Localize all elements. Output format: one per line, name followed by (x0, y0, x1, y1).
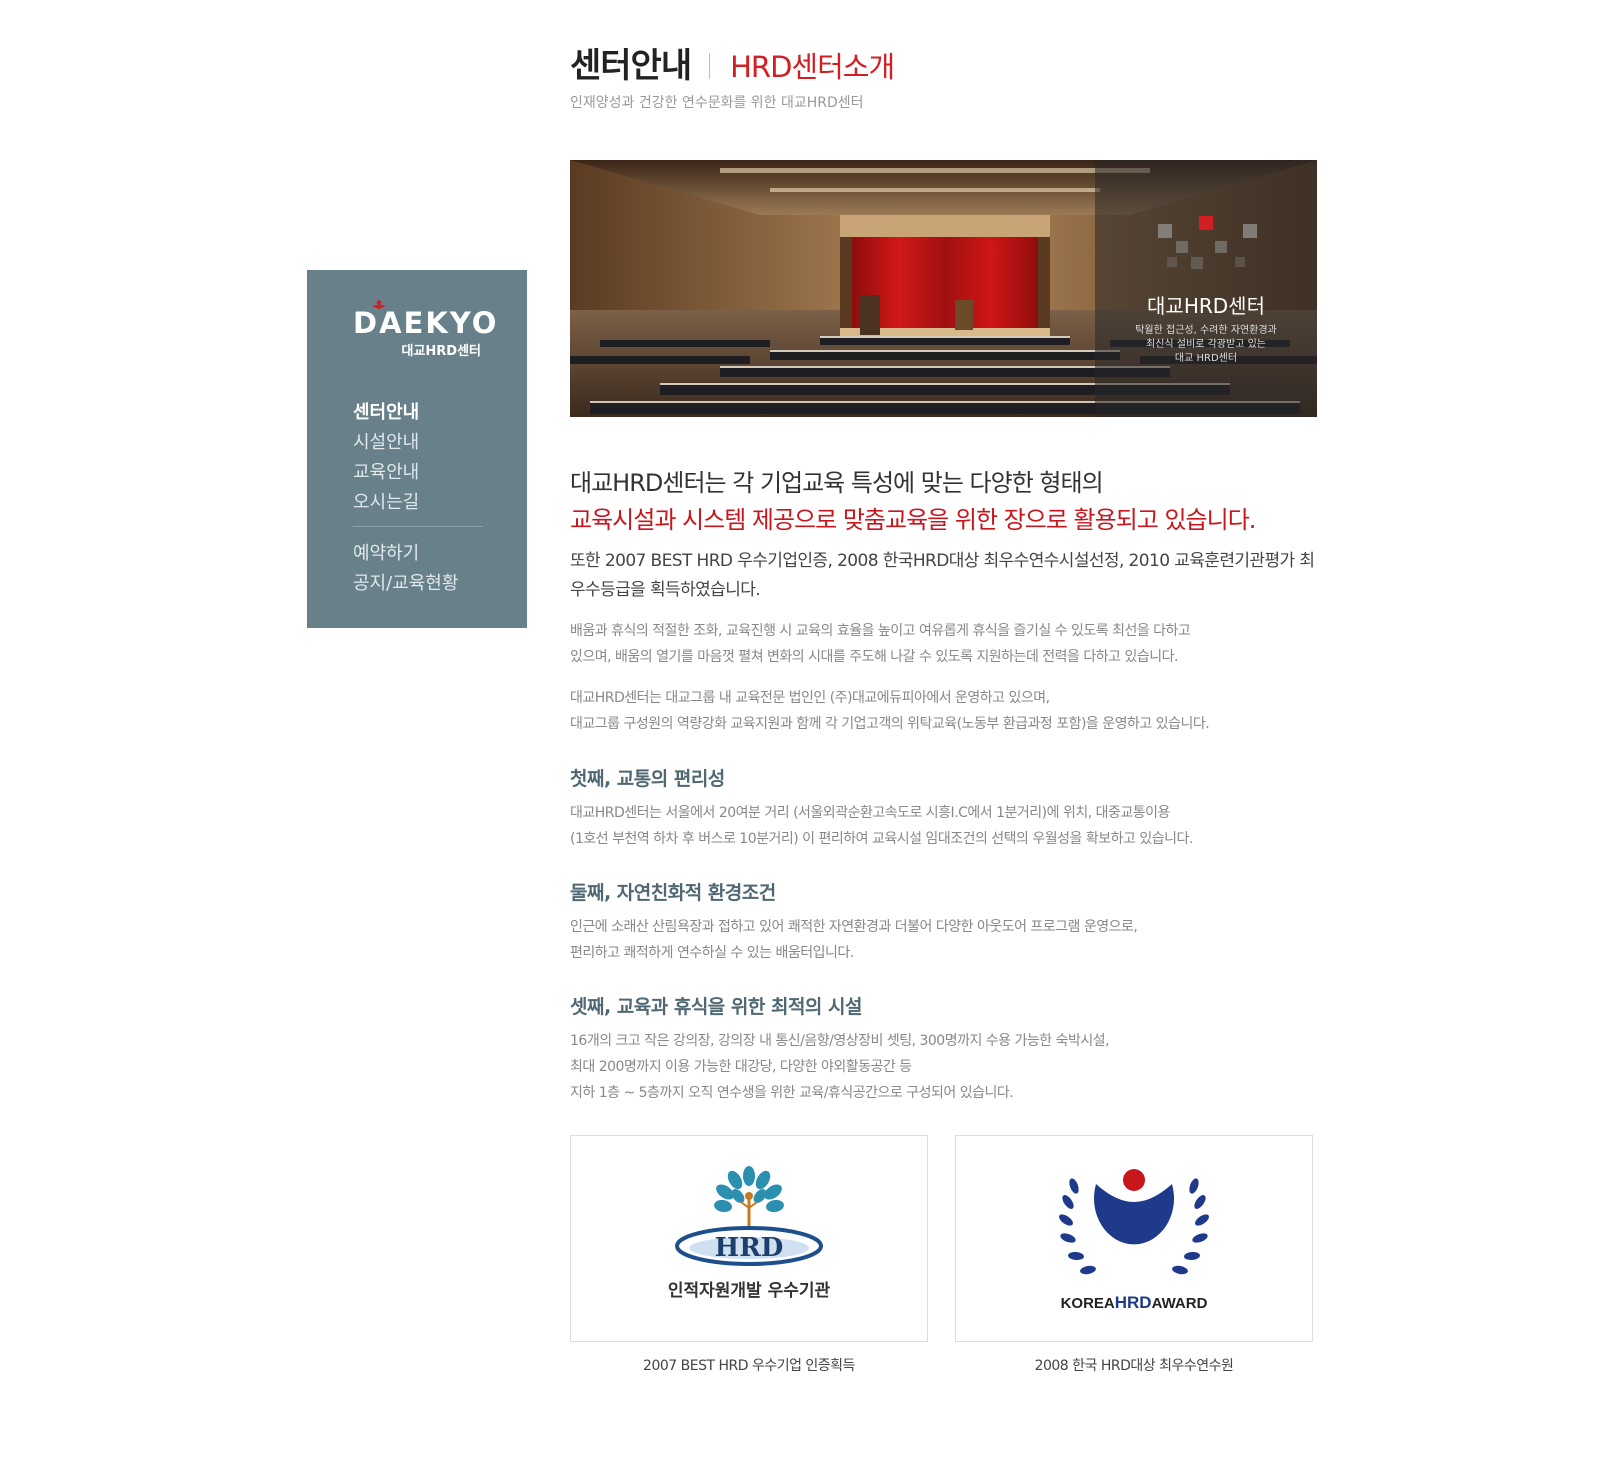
award-caption-best-hrd: 2007 BEST HRD 우수기업 인증획득 (643, 1358, 855, 1374)
paragraph-line: 최대 200명까지 이용 가능한 대강당, 다양한 야외활동공간 등 (570, 1059, 912, 1075)
best-hrd-logo: HRD 인적자원개발 우수기관 (668, 1166, 831, 1301)
title-separator (709, 53, 711, 79)
paragraph-line: 인근에 소래산 산림욕장과 접하고 있어 쾌적한 자연환경과 더불어 다양한 아… (570, 919, 1138, 935)
intro-paragraph-2: 대교HRD센터는 대교그룹 내 교육전문 법인인 (주)대교에듀피아에서 운영하… (570, 685, 1317, 737)
logo-subtitle: 대교HRD센터 (401, 344, 481, 359)
section-body-transport: 대교HRD센터는 서울에서 20여분 거리 (서울외곽순환고속도로 시흥I.C에… (570, 800, 1317, 852)
intro-achievements: 또한 2007 BEST HRD 우수기업인증, 2008 한국HRD대상 최우… (570, 551, 1315, 600)
paragraph-line: 있으며, 배움의 열기를 마음껏 펼쳐 변화의 시대를 주도해 나갈 수 있도록… (570, 649, 1178, 665)
paragraph-line: 대교HRD센터는 대교그룹 내 교육전문 법인인 (주)대교에듀피아에서 운영하… (570, 690, 1050, 706)
award-logo-word-hrd: HRD (1115, 1293, 1152, 1312)
section-heading-facility: 셋째, 교육과 휴식을 위한 최적의 시설 (570, 996, 863, 1018)
intro-lead-line-1: 대교HRD센터는 각 기업교육 특성에 맞는 다양한 형태의 (570, 469, 1104, 497)
paragraph-line: 16개의 크고 작은 강의장, 강의장 내 통신/음향/영상장비 셋팅, 300… (570, 1033, 1110, 1049)
page-title: 센터안내 HRD센터소개 (570, 38, 895, 87)
nav-notice[interactable]: 공지/교육현황 (353, 569, 483, 599)
award-logo-subtext: 인적자원개발 우수기관 (668, 1281, 831, 1301)
section-body-environment: 인근에 소래산 산림욕장과 접하고 있어 쾌적한 자연환경과 더불어 다양한 아… (570, 914, 1317, 966)
sidebar: DAEKYO 대교HRD센터 센터안내 시설안내 교육안내 오시는길 예약하기 … (307, 270, 527, 628)
award-logo-word-korea: KOREA (1061, 1295, 1115, 1312)
nav-divider (353, 526, 483, 527)
intro-lead-line-2: 교육시설과 시스템 제공으로 맞춤교육을 위한 장으로 활용되고 있습니다. (570, 506, 1256, 534)
paragraph-line: 대교HRD센터는 서울에서 20여분 거리 (서울외곽순환고속도로 시흥I.C에… (570, 805, 1170, 821)
pixel-pattern-icon (1158, 216, 1257, 269)
nav-reservation[interactable]: 예약하기 (353, 539, 483, 569)
korea-hrd-award-logo: KOREAHRDAWARD (1059, 1169, 1209, 1312)
paragraph-line: 배움과 휴식의 적절한 조화, 교육진행 시 교육의 효율을 높이고 여유롭게 … (570, 623, 1191, 639)
paragraph-line: (1호선 부천역 하차 후 버스로 10분거리) 이 편리하여 교육시설 임대조… (570, 831, 1193, 847)
hero-caption-line: 탁월한 접근성, 수려한 자연환경과 (1135, 325, 1277, 336)
hero-caption-line: 대교 HRD센터 (1174, 353, 1238, 364)
hero-caption-text: 탁월한 접근성, 수려한 자연환경과 최신식 설비로 각광받고 있는 대교 HR… (1095, 324, 1317, 366)
award-card-best-hrd: HRD 인적자원개발 우수기관 (570, 1135, 928, 1342)
logo-person-icon (372, 300, 386, 309)
page-subtitle: 인재양성과 건강한 연수문화를 위한 대교HRD센터 (570, 95, 864, 111)
paragraph-line: 편리하고 쾌적하게 연수하실 수 있는 배움터입니다. (570, 945, 854, 961)
award-caption-korea-hrd: 2008 한국 HRD대상 최우수연수원 (1034, 1358, 1234, 1374)
paragraph-line: 지하 1층 ~ 5층까지 오직 연수생을 위한 교육/휴식공간으로 구성되어 있… (570, 1085, 1014, 1101)
award-logo-text: HRD (715, 1233, 784, 1263)
award-logo-word-award: AWARD (1152, 1295, 1208, 1312)
award-logo-text: KOREAHRDAWARD (1061, 1293, 1208, 1312)
nav-facility-info[interactable]: 시설안내 (353, 428, 483, 458)
hero-caption-line: 최신식 설비로 각광받고 있는 (1146, 339, 1266, 350)
daekyo-logo[interactable]: DAEKYO 대교HRD센터 (353, 300, 496, 359)
hero-image: 대교HRD센터 탁월한 접근성, 수려한 자연환경과 최신식 설비로 각광받고 … (570, 160, 1317, 417)
paragraph-line: 대교그룹 구성원의 역량강화 교육지원과 함께 각 기업고객의 위탁교육(노동부… (570, 716, 1210, 732)
hero-caption-title: 대교HRD센터 (1147, 294, 1265, 318)
award-card-korea-hrd: KOREAHRDAWARD (955, 1135, 1313, 1342)
nav-center-info[interactable]: 센터안내 (353, 398, 483, 428)
section-body-facility: 16개의 크고 작은 강의장, 강의장 내 통신/음향/영상장비 셋팅, 300… (570, 1028, 1317, 1106)
page-title-main: 센터안내 (570, 46, 692, 86)
page-title-accent: HRD센터소개 (730, 50, 895, 84)
nav-directions[interactable]: 오시는길 (353, 488, 483, 518)
nav-education-info[interactable]: 교육안내 (353, 458, 483, 488)
section-heading-environment: 둘째, 자연친화적 환경조건 (570, 882, 776, 904)
section-heading-transport: 첫째, 교통의 편리성 (570, 768, 725, 790)
logo-wordmark: DAEKYO (353, 300, 496, 338)
sidebar-nav: 센터안내 시설안내 교육안내 오시는길 예약하기 공지/교육현황 (353, 398, 483, 599)
intro-paragraph-1: 배움과 휴식의 적절한 조화, 교육진행 시 교육의 효율을 높이고 여유롭게 … (570, 618, 1317, 670)
hero-overlay (1095, 160, 1317, 417)
